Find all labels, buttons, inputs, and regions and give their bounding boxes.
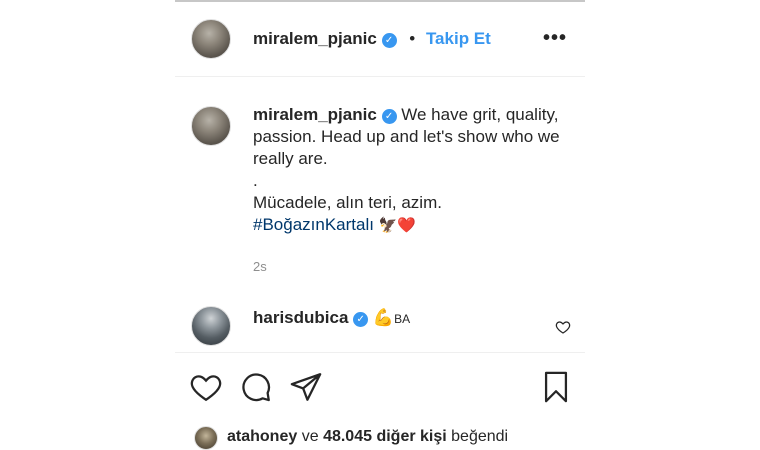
share-icon[interactable] xyxy=(289,370,323,404)
caption-line-1: We have grit, quality, xyxy=(401,105,559,124)
verified-icon: ✓ xyxy=(381,33,397,48)
likes-connector: ve xyxy=(301,428,319,445)
header-separator: • xyxy=(409,29,416,48)
post-header: miralem_pjanic ✓ • Takip Et ••• xyxy=(175,2,585,77)
more-options-icon[interactable]: ••• xyxy=(543,27,567,50)
likes-summary: atahoney ve 48.045 diğer kişi beğendi xyxy=(175,426,585,450)
caption-line-5: Mücadele, alın teri, azim. xyxy=(253,193,442,212)
post-timestamp[interactable]: 2s xyxy=(253,259,267,274)
verified-icon: ✓ xyxy=(381,109,397,124)
comment-item: harisdubica ✓ 💪BA xyxy=(175,302,585,353)
comment-icon[interactable] xyxy=(239,370,273,404)
caption-emojis: 🦅❤️ xyxy=(378,217,417,234)
author-avatar[interactable] xyxy=(191,19,231,59)
save-icon[interactable] xyxy=(539,370,573,404)
caption-author-avatar[interactable] xyxy=(191,106,231,146)
comment-emoji: 💪 xyxy=(372,308,395,327)
hashtag-link[interactable]: #BoğazınKartalı xyxy=(253,215,374,234)
comment-like-icon[interactable] xyxy=(555,319,571,335)
comment-body: harisdubica ✓ 💪BA xyxy=(253,308,410,328)
caption-line-4: . xyxy=(253,171,258,190)
header-user-line: miralem_pjanic ✓ • Takip Et xyxy=(253,29,491,49)
commenter-username[interactable]: harisdubica xyxy=(253,308,348,327)
caption-line-3: really are. xyxy=(253,149,328,168)
verified-icon: ✓ xyxy=(353,312,369,327)
liker-avatar[interactable] xyxy=(194,426,218,450)
likes-text: atahoney ve 48.045 diğer kişi beğendi xyxy=(227,428,508,446)
post-actions xyxy=(175,370,585,406)
liker-username[interactable]: atahoney xyxy=(227,428,297,445)
likes-count[interactable]: 48.045 diğer kişi xyxy=(323,428,447,445)
caption-line-2: passion. Head up and let's show who we xyxy=(253,127,560,146)
caption-username[interactable]: miralem_pjanic xyxy=(253,105,377,124)
comment-text: BA xyxy=(394,312,411,326)
post-panel: miralem_pjanic ✓ • Takip Et ••• miralem_… xyxy=(175,0,585,450)
author-username[interactable]: miralem_pjanic xyxy=(253,29,377,48)
follow-button[interactable]: Takip Et xyxy=(426,29,491,48)
like-icon[interactable] xyxy=(189,370,223,404)
likes-suffix: beğendi xyxy=(451,428,509,445)
commenter-avatar[interactable] xyxy=(191,306,231,346)
caption-text: miralem_pjanic ✓ We have grit, quality, … xyxy=(253,104,573,237)
